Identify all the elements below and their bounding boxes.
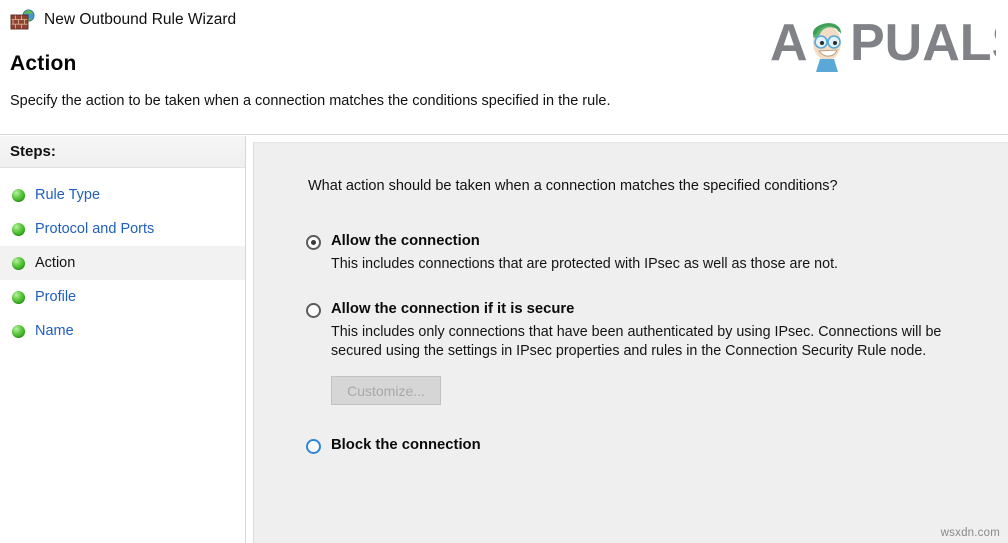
action-question: What action should be taken when a conne… [308, 178, 838, 194]
green-sphere-icon [12, 324, 25, 338]
green-sphere-icon [12, 290, 25, 304]
radio-allow-the-connection-if-it-is-secure[interactable] [306, 302, 321, 318]
logo-letter-a: A [770, 14, 808, 72]
option-row[interactable]: Block the connection [306, 437, 1006, 455]
wizard-window: New Outbound Rule Wizard Action Specify … [0, 0, 1008, 543]
logo-letters-puals: PUALS [850, 14, 996, 72]
steps-list: Rule Type Protocol and Ports Action Prof… [0, 168, 245, 348]
option-label: Block the connection [331, 437, 481, 454]
option-label: Allow the connection [331, 233, 480, 249]
firewall-globe-icon [10, 9, 35, 30]
customize-button-wrap: Customize... [331, 376, 1006, 406]
option-row[interactable]: Allow the connection if it is secure [306, 301, 1006, 318]
sidebar-item-label: Action [35, 254, 76, 271]
window-title: New Outbound Rule Wizard [44, 11, 237, 29]
sidebar-item-protocol-and-ports[interactable]: Protocol and Ports [0, 212, 245, 246]
action-options-group: Allow the connection This includes conne… [306, 233, 1006, 455]
sidebar-item-label: Rule Type [35, 186, 101, 203]
page-title: Action [10, 52, 77, 75]
option-description: This includes only connections that have… [331, 323, 942, 360]
steps-sidebar: Steps: Rule Type Protocol and Ports Acti… [0, 136, 246, 543]
option-allow-the-connection[interactable]: Allow the connection This includes conne… [306, 233, 1006, 275]
option-description: This includes connections that are prote… [331, 256, 839, 273]
steps-header: Steps: [0, 136, 245, 168]
radio-allow-the-connection[interactable] [306, 235, 321, 250]
sidebar-item-profile[interactable]: Profile [0, 280, 245, 314]
sidebar-item-label: Profile [35, 288, 77, 305]
green-sphere-icon [12, 256, 25, 270]
option-row[interactable]: Allow the connection [306, 233, 1006, 250]
option-block-the-connection[interactable]: Block the connection [306, 437, 1006, 455]
sidebar-item-label: Name [35, 322, 74, 339]
option-label: Allow the connection if it is secure [331, 300, 575, 317]
customize-button[interactable]: Customize... [331, 376, 441, 406]
appuals-mascot-icon [812, 22, 842, 72]
page-subtitle: Specify the action to be taken when a co… [10, 93, 611, 109]
content-panel: What action should be taken when a conne… [253, 142, 1008, 543]
sidebar-item-label: Protocol and Ports [35, 220, 155, 237]
sidebar-item-rule-type[interactable]: Rule Type [0, 178, 245, 212]
appuals-logo: A PUALS [770, 14, 996, 72]
watermark: wsxdn.com [940, 527, 1000, 539]
sidebar-item-action[interactable]: Action [0, 246, 245, 280]
green-sphere-icon [12, 222, 25, 236]
wizard-header: New Outbound Rule Wizard Action Specify … [0, 0, 1008, 135]
radio-block-the-connection[interactable] [306, 439, 321, 455]
sidebar-item-name[interactable]: Name [0, 314, 245, 348]
window-titlebar: New Outbound Rule Wizard [10, 9, 236, 31]
option-allow-if-secure[interactable]: Allow the connection if it is secure Thi… [306, 301, 1006, 406]
green-sphere-icon [12, 188, 25, 202]
